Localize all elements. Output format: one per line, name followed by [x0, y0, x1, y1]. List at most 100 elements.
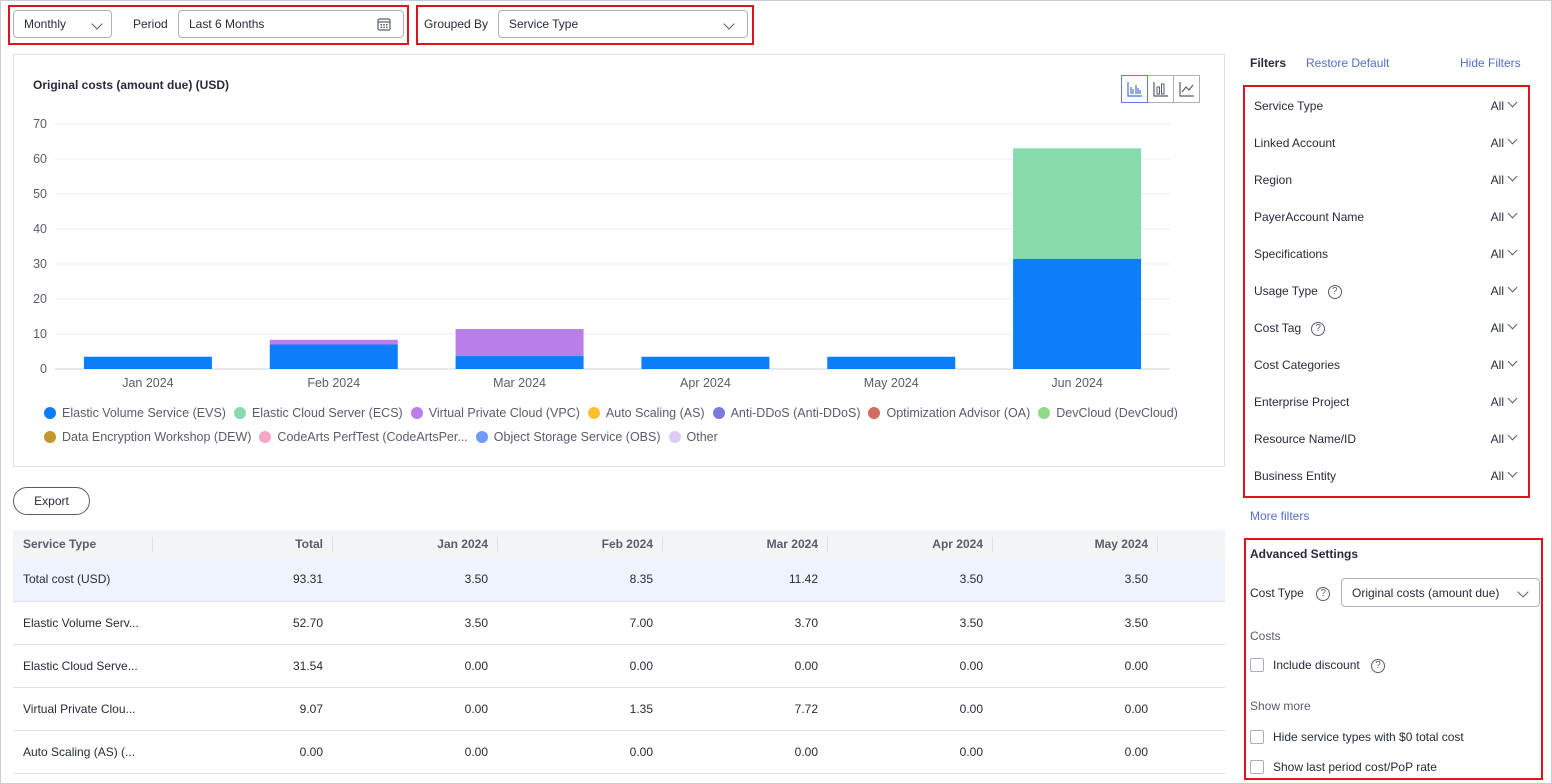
grouped-bar-chart-icon — [1126, 82, 1142, 97]
filter-value: All — [1490, 173, 1504, 187]
table-row[interactable]: Auto Scaling (AS) (... 0.00 0.00 0.00 0.00 0.… — [13, 730, 1225, 774]
table-cell: 0.00 — [828, 730, 993, 774]
table-cell: 3.50 — [333, 558, 498, 602]
filter-item[interactable]: Cost Tag? All — [1254, 319, 1518, 341]
filter-label: Business Entity — [1254, 469, 1337, 483]
legend-dot-icon — [44, 431, 56, 443]
table-cell: 0.00 — [828, 644, 993, 688]
help-icon[interactable]: ? — [1327, 284, 1342, 299]
table-cell: Auto Scaling (AS) (... — [13, 730, 153, 774]
table-row[interactable]: Elastic Cloud Serve... 31.54 0.00 0.00 0.00 0… — [13, 644, 1225, 688]
filter-item[interactable]: Usage Type? All — [1254, 282, 1518, 304]
y-tick-label: 20 — [33, 292, 47, 306]
filter-label: Linked Account — [1254, 136, 1336, 150]
y-tick-label: 0 — [40, 362, 47, 376]
cost-type-select[interactable]: Original costs (amount due) — [1341, 578, 1540, 607]
chevron-down-icon — [1507, 171, 1518, 182]
bar-segment — [641, 356, 770, 369]
legend-dot-icon — [712, 407, 725, 419]
filter-item[interactable]: Resource Name/ID All — [1254, 430, 1518, 452]
table-cell: 0.00 — [498, 644, 663, 688]
legend-item[interactable]: Object Storage Service (OBS) — [475, 426, 661, 448]
table-row[interactable]: Elastic Volume Serv... 52.70 3.50 7.00 3.70 3… — [13, 601, 1225, 645]
legend-item[interactable]: Anti-DDoS (Anti-DDoS) — [712, 402, 861, 424]
legend-dot-icon — [475, 431, 488, 443]
table-row[interactable]: Virtual Private Clou... 9.07 0.00 1.35 7.72 0… — [13, 687, 1225, 731]
total-row[interactable]: Total cost (USD) 93.31 3.50 8.35 11.42 3.50 3.… — [13, 558, 1225, 602]
legend-label: DevCloud (DevCloud) — [1056, 406, 1178, 420]
chevron-down-icon — [1517, 586, 1529, 598]
filter-item[interactable]: Linked Account All — [1254, 134, 1518, 156]
table-cell: 3.50 — [828, 601, 993, 645]
column-header[interactable]: Mar 2024 — [663, 530, 828, 558]
help-icon[interactable]: ? — [1316, 586, 1331, 601]
legend-item[interactable]: Optimization Advisor (OA) — [868, 402, 1030, 424]
table-cell: 3.50 — [993, 601, 1158, 645]
more-filters-link[interactable]: More filters — [1250, 509, 1309, 523]
filter-label: Resource Name/ID — [1254, 432, 1357, 446]
hide-zero-cost-label: Hide service types with $0 total cost — [1273, 730, 1464, 744]
y-tick-label: 60 — [33, 152, 47, 166]
restore-default-link[interactable]: Restore Default — [1306, 56, 1389, 70]
table-cell: 0.00 — [333, 644, 498, 688]
filter-label: Cost Tag? — [1254, 321, 1326, 336]
y-tick-label: 70 — [33, 117, 47, 131]
filter-item[interactable]: Business Entity All — [1254, 467, 1518, 489]
legend-dot-icon — [233, 407, 246, 419]
legend-dot-icon — [44, 407, 56, 419]
legend-item[interactable]: CodeArts PerfTest (CodeArtsPer... — [259, 426, 468, 448]
column-header[interactable]: Service Type — [13, 530, 153, 558]
y-tick-label: 10 — [33, 327, 47, 341]
x-tick-label: Jun 2024 — [1051, 376, 1102, 390]
chevron-down-icon — [1507, 97, 1518, 108]
column-header[interactable]: Apr 2024 — [828, 530, 993, 558]
grouped-bar-view-button[interactable] — [1121, 75, 1148, 103]
legend-item[interactable]: Data Encryption Workshop (DEW) — [44, 426, 251, 448]
chevron-down-icon — [1507, 356, 1518, 367]
help-icon[interactable]: ? — [1311, 321, 1326, 336]
table-cell: 8.35 — [498, 558, 663, 602]
column-header[interactable]: May 2024 — [993, 530, 1158, 558]
legend-item[interactable]: Virtual Private Cloud (VPC) — [410, 402, 580, 424]
bar-segment — [827, 356, 956, 369]
table-cell: 11.42 — [663, 558, 828, 602]
include-discount-label: Include discount ? — [1273, 658, 1386, 673]
legend-dot-icon — [410, 407, 423, 419]
cost-type-value: Original costs (amount due) — [1352, 585, 1500, 600]
column-header[interactable]: Feb 2024 — [498, 530, 663, 558]
legend-item[interactable]: DevCloud (DevCloud) — [1038, 402, 1178, 424]
filter-item[interactable]: Service Type All — [1254, 97, 1518, 119]
filter-item[interactable]: Specifications All — [1254, 245, 1518, 267]
legend-label: Other — [686, 430, 718, 444]
legend-item[interactable]: Elastic Volume Service (EVS) — [44, 402, 226, 424]
table-cell-overflow — [1158, 730, 1225, 774]
filter-item[interactable]: Enterprise Project All — [1254, 393, 1518, 415]
legend-item[interactable]: Auto Scaling (AS) — [587, 402, 705, 424]
x-tick-label: Jan 2024 — [122, 376, 173, 390]
export-button[interactable]: Export — [13, 487, 90, 515]
legend-label: Anti-DDoS (Anti-DDoS) — [730, 406, 861, 420]
filter-label: Specifications — [1254, 247, 1329, 261]
help-icon[interactable]: ? — [1371, 658, 1386, 673]
column-header[interactable]: Total — [153, 530, 333, 558]
x-tick-label: May 2024 — [864, 376, 919, 390]
legend-dot-icon — [587, 407, 600, 419]
show-last-period-checkbox[interactable] — [1250, 760, 1264, 774]
x-tick-label: Feb 2024 — [307, 376, 360, 390]
legend-item[interactable]: Other — [668, 426, 718, 448]
filter-item[interactable]: Cost Categories All — [1254, 356, 1518, 378]
column-header[interactable]: Jan 2024 — [333, 530, 498, 558]
y-tick-label: 40 — [33, 222, 47, 236]
table-cell-overflow — [1158, 644, 1225, 688]
filter-item[interactable]: PayerAccount Name All — [1254, 208, 1518, 230]
filter-label: Region — [1254, 173, 1293, 187]
hide-filters-link[interactable]: Hide Filters — [1460, 56, 1521, 70]
hide-zero-cost-checkbox[interactable] — [1250, 730, 1264, 744]
legend-dot-icon — [668, 431, 681, 443]
bar-segment — [1013, 258, 1142, 369]
legend-label: Data Encryption Workshop (DEW) — [62, 430, 252, 444]
filter-item[interactable]: Region All — [1254, 171, 1518, 193]
legend-item[interactable]: Elastic Cloud Server (ECS) — [233, 402, 403, 424]
table-cell: 9.07 — [153, 687, 333, 731]
include-discount-checkbox[interactable] — [1250, 658, 1264, 672]
